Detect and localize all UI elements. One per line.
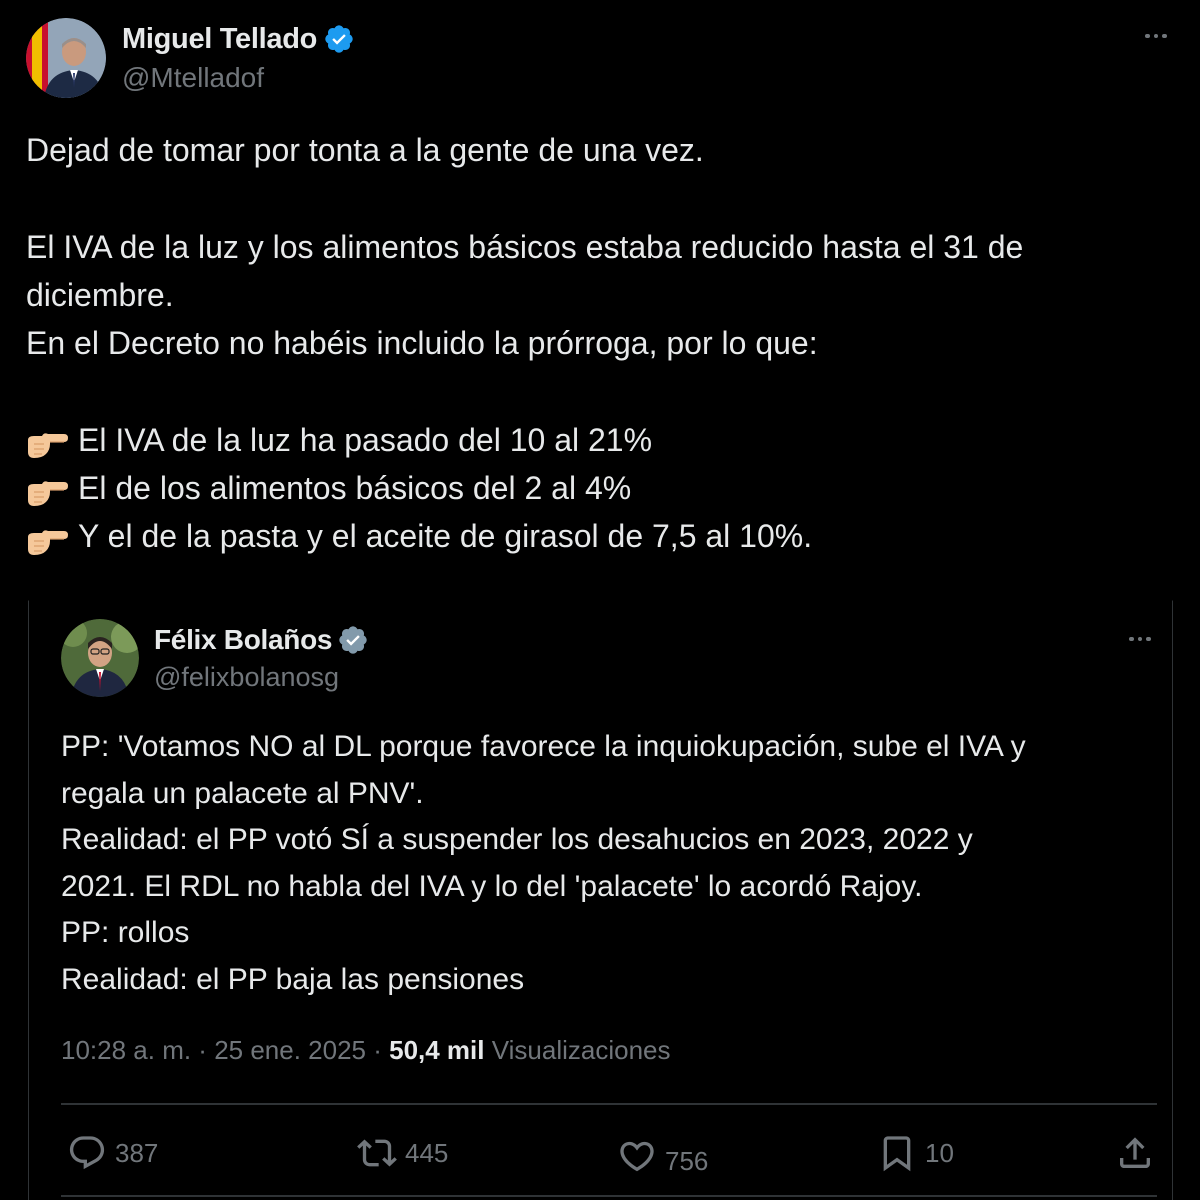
reply-icon bbox=[69, 1136, 105, 1170]
bullet-text: El IVA de la luz ha pasado del 10 al 21% bbox=[78, 421, 653, 458]
quoted-text-line: PP: 'Votamos NO al DL porque favorece la… bbox=[61, 730, 1026, 763]
like-button[interactable]: 756 bbox=[617, 1131, 708, 1191]
repost-count: 445 bbox=[405, 1137, 449, 1168]
repost-button[interactable]: 445 bbox=[357, 1123, 448, 1183]
verified-badge-icon[interactable] bbox=[323, 23, 355, 55]
author-handle[interactable]: @Mtelladof bbox=[122, 62, 355, 94]
reply-button[interactable]: 387 bbox=[67, 1123, 158, 1183]
quoted-author-display-name[interactable]: Félix Bolaños bbox=[154, 624, 332, 656]
heart-icon bbox=[620, 1141, 654, 1172]
quoted-tweet-card[interactable]: Félix Bolaños @felixbolanosg PP: 'Votamo… bbox=[28, 600, 1173, 1200]
tweet-actions-bar: 387 445 756 10 bbox=[61, 1123, 1157, 1183]
more-dots-icon bbox=[1129, 636, 1151, 642]
share-icon bbox=[1120, 1137, 1150, 1168]
government-verified-badge-icon[interactable] bbox=[337, 624, 369, 656]
views-label: Visualizaciones bbox=[491, 1035, 671, 1065]
quoted-text-line: 2021. El RDL no habla del IVA y lo del '… bbox=[61, 869, 923, 903]
tweet-text-line: diciembre. bbox=[26, 276, 174, 313]
views-count[interactable]: 50,4 mil bbox=[389, 1035, 484, 1065]
author-name-row: Miguel Tellado bbox=[122, 23, 355, 56]
bookmark-count: 10 bbox=[925, 1137, 954, 1168]
author-display-name[interactable]: Miguel Tellado bbox=[122, 23, 317, 56]
like-count: 756 bbox=[665, 1145, 709, 1176]
more-options-button[interactable] bbox=[1138, 18, 1174, 54]
bullet-text: El de los alimentos básicos del 2 al 4% bbox=[78, 470, 632, 507]
tweet-page: Miguel Tellado @Mtelladof Dejad de tomar… bbox=[0, 0, 1200, 1200]
tweet-text-line: En el Decreto no habéis incluido la prór… bbox=[26, 325, 818, 362]
avatar-miguel-tellado[interactable] bbox=[26, 18, 106, 98]
quoted-tweet-text: PP: 'Votamos NO al DL porque favorece la… bbox=[61, 724, 1161, 1003]
quoted-author-handle[interactable]: @felixbolanosg bbox=[154, 662, 369, 693]
tweet-text-line: El IVA de la luz y los alimentos básicos… bbox=[26, 228, 1024, 265]
more-dots-icon bbox=[1145, 33, 1167, 39]
pointing-right-hand-icon bbox=[26, 425, 70, 458]
divider bbox=[61, 1195, 1157, 1197]
bookmark-icon bbox=[883, 1136, 911, 1172]
quoted-author-name-row: Félix Bolaños bbox=[154, 624, 369, 656]
quoted-more-options-button[interactable] bbox=[1122, 621, 1158, 657]
quoted-tweet-meta: 10:28 a. m. · 25 ene. 2025 · 50,4 mil Vi… bbox=[61, 1035, 671, 1066]
main-tweet-text: Dejad de tomar por tonta a la gente de u… bbox=[26, 126, 1176, 561]
bullet-text: Y el de la pasta y el aceite de girasol … bbox=[78, 518, 813, 555]
pointing-right-hand-icon bbox=[26, 473, 70, 507]
tweet-time[interactable]: 10:28 a. m. bbox=[61, 1035, 191, 1065]
avatar-felix-bolanos[interactable] bbox=[61, 619, 139, 697]
bullet-line-1: El IVA de la luz ha pasado del 10 al 21% bbox=[26, 416, 1176, 464]
quoted-text-line: regala un palacete al PNV'. bbox=[61, 776, 424, 810]
tweet-date[interactable]: 25 ene. 2025 bbox=[214, 1035, 366, 1065]
bullet-line-3: Y el de la pasta y el aceite de girasol … bbox=[26, 512, 1176, 560]
quoted-text-line: Realidad: el PP baja las pensiones bbox=[61, 962, 525, 996]
quoted-tweet-header: Félix Bolaños @felixbolanosg bbox=[61, 619, 369, 697]
pointing-right-hand-icon bbox=[26, 522, 70, 555]
divider bbox=[61, 1103, 1157, 1105]
share-button[interactable] bbox=[1115, 1123, 1155, 1183]
meta-separator: · bbox=[191, 1035, 215, 1065]
quoted-author-name-block: Félix Bolaños @felixbolanosg bbox=[154, 624, 369, 693]
repost-icon bbox=[357, 1139, 397, 1167]
author-name-block: Miguel Tellado @Mtelladof bbox=[122, 23, 355, 94]
meta-separator: · bbox=[366, 1035, 390, 1065]
quoted-text-line: PP: rollos bbox=[61, 916, 190, 949]
main-tweet-header: Miguel Tellado @Mtelladof bbox=[26, 16, 355, 100]
reply-count: 387 bbox=[115, 1137, 159, 1168]
bullet-line-2: El de los alimentos básicos del 2 al 4% bbox=[26, 464, 1176, 512]
quoted-text-line: Realidad: el PP votó SÍ a suspender los … bbox=[61, 823, 973, 856]
tweet-text-line: Dejad de tomar por tonta a la gente de u… bbox=[26, 132, 704, 168]
bookmark-button[interactable]: 10 bbox=[877, 1123, 954, 1183]
